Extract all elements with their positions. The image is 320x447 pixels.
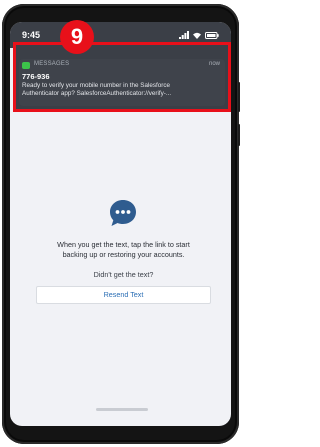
sms-notification[interactable]: MESSAGES now 776-936 Ready to verify you… bbox=[13, 42, 231, 112]
notification-app-name: MESSAGES bbox=[34, 61, 70, 67]
signal-icon bbox=[179, 31, 189, 39]
notification-sender: 776-936 bbox=[22, 72, 50, 81]
chat-bubble-icon bbox=[108, 198, 138, 228]
messages-app-icon bbox=[22, 62, 30, 69]
notification-body-line-2: Authenticator app? SalesforceAuthenticat… bbox=[22, 90, 172, 97]
battery-icon bbox=[205, 32, 219, 39]
step-number-badge: 9 bbox=[60, 20, 94, 54]
instruction-text: When you get the text, tap the link to s… bbox=[30, 240, 217, 260]
status-time: 9:45 bbox=[22, 30, 41, 40]
status-icons bbox=[179, 31, 219, 39]
volume-button bbox=[238, 124, 240, 146]
notification-card[interactable]: MESSAGES now 776-936 Ready to verify you… bbox=[19, 59, 225, 106]
notification-time: now bbox=[208, 61, 220, 67]
instruction-line-2: backing up or restoring your accounts. bbox=[62, 250, 185, 259]
resend-text-button[interactable]: Resend Text bbox=[36, 286, 211, 304]
wifi-icon bbox=[193, 32, 201, 39]
instruction-line-1: When you get the text, tap the link to s… bbox=[57, 240, 190, 249]
notification-body-line-1: Ready to verify your mobile number in th… bbox=[22, 82, 171, 89]
power-button bbox=[238, 82, 240, 112]
notification-body: Ready to verify your mobile number in th… bbox=[22, 82, 222, 98]
home-indicator[interactable] bbox=[96, 408, 148, 411]
didnt-get-text-label: Didn't get the text? bbox=[93, 270, 154, 279]
